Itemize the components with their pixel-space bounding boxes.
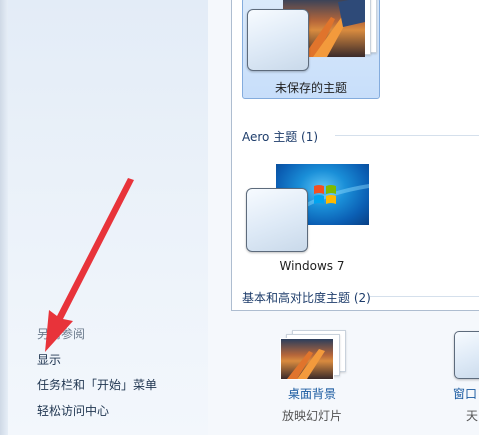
sidebar-link-ease-of-access[interactable]: 轻松访问中心 — [37, 402, 109, 419]
sunset-wallpaper-art — [287, 349, 325, 379]
sidebar-link-display[interactable]: 显示 — [37, 351, 61, 368]
sidebar-edge — [0, 0, 8, 435]
desktop-background-icon — [280, 338, 334, 380]
sidebar-link-taskbar-start-menu[interactable]: 任务栏和「开始」菜单 — [37, 376, 157, 393]
window-color-subtitle: 天 — [466, 409, 479, 423]
window-color-icon — [454, 331, 479, 379]
group-title-basic-high-contrast: 基本和高对比度主题 (2) — [242, 291, 371, 305]
desktop-background-option[interactable]: 桌面背景 放映幻灯片 — [268, 325, 368, 435]
window-glass-preview — [246, 188, 308, 252]
window-glass-preview — [247, 9, 309, 71]
window-color-option[interactable]: 窗口 天 — [446, 325, 479, 435]
group-divider — [370, 296, 479, 297]
group-title-aero: Aero 主题 (1) — [242, 130, 319, 144]
desktop-background-title[interactable]: 桌面背景 — [288, 385, 336, 402]
desktop-background-subtitle: 放映幻灯片 — [282, 409, 343, 423]
main-panel: 未保存的主题 Aero 主题 (1) Windows 7 基本和高对比度主题 (… — [208, 0, 479, 435]
window-color-title[interactable]: 窗口 — [453, 385, 477, 402]
theme-label-unsaved: 未保存的主题 — [274, 81, 347, 95]
theme-tile-unsaved[interactable]: 未保存的主题 — [242, 0, 380, 99]
left-sidebar: 另请参阅 显示 任务栏和「开始」菜单 轻松访问中心 — [0, 0, 209, 435]
theme-tile-windows7[interactable]: Windows 7 — [242, 160, 382, 276]
theme-list: 未保存的主题 Aero 主题 (1) Windows 7 基本和高对比度主题 (… — [231, 0, 479, 311]
group-divider — [335, 135, 479, 136]
see-also-heading: 另请参阅 — [37, 327, 86, 341]
theme-label-windows7: Windows 7 — [279, 259, 345, 273]
